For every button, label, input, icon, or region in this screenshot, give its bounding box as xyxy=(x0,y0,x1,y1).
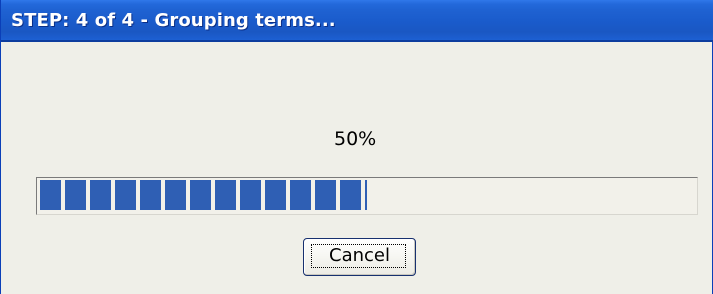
dialog-content: 50% Cancel xyxy=(1,42,712,294)
progress-fill xyxy=(40,180,367,210)
title-bar[interactable]: STEP: 4 of 4 - Grouping terms... xyxy=(1,0,713,42)
window-title: STEP: 4 of 4 - Grouping terms... xyxy=(11,10,336,31)
progress-percent-label: 50% xyxy=(334,128,377,150)
progress-dialog-window: STEP: 4 of 4 - Grouping terms... 50% Can… xyxy=(0,0,713,294)
cancel-button-label: Cancel xyxy=(329,245,390,266)
progress-bar xyxy=(36,177,698,215)
cancel-button[interactable]: Cancel xyxy=(303,238,416,276)
